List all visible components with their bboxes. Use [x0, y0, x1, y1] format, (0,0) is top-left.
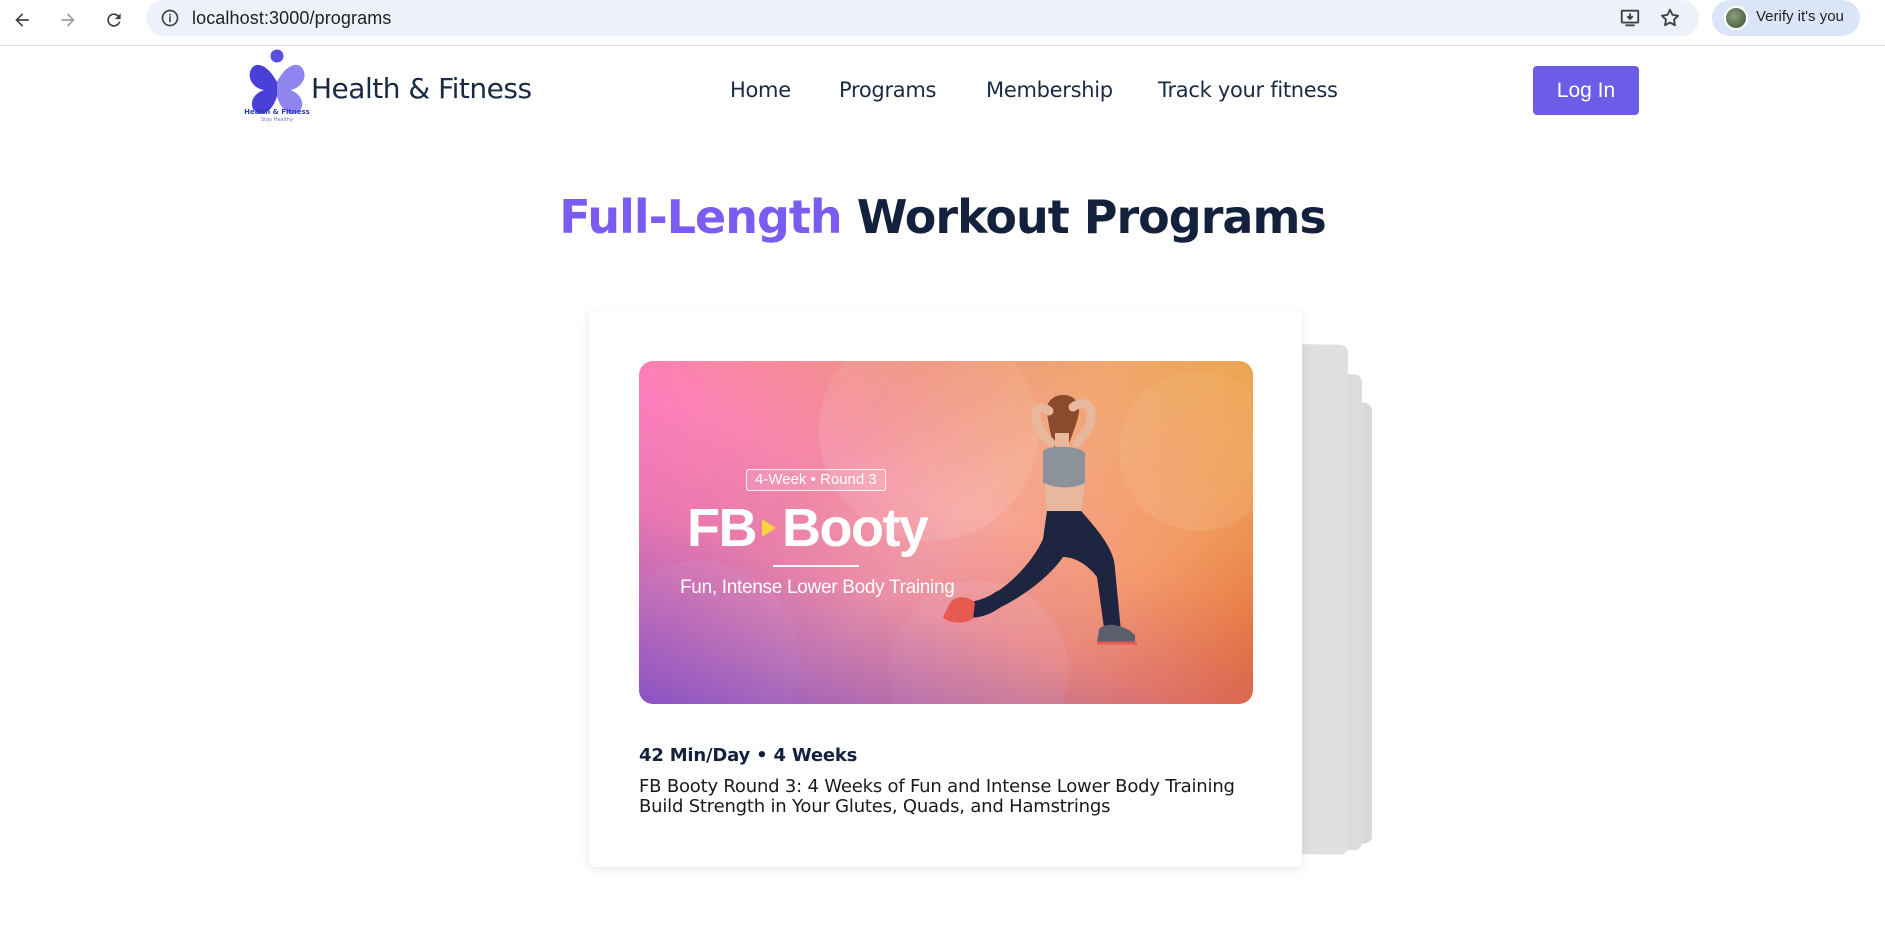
forward-arrow-icon[interactable] — [52, 4, 84, 36]
program-title-right: Booty — [781, 498, 929, 558]
install-app-icon[interactable] — [1618, 6, 1642, 30]
reload-icon[interactable] — [98, 4, 130, 36]
page-title-rest: Workout Programs — [856, 190, 1327, 244]
browser-toolbar: localhost:3000/programs Verify it's you — [0, 0, 1885, 46]
page-title-accent: Full-Length — [559, 190, 842, 244]
site-header: Health & Fitness Stay Healthy Health & F… — [0, 46, 1885, 132]
program-description-line-2: Build Strength in Your Glutes, Quads, an… — [639, 796, 1111, 817]
address-bar[interactable]: localhost:3000/programs — [146, 0, 1699, 36]
nav-link-track-fitness[interactable]: Track your fitness — [1158, 78, 1338, 102]
login-button[interactable]: Log In — [1533, 66, 1639, 115]
program-meta: 42 Min/Day • 4 Weeks — [639, 745, 858, 766]
program-logo-title: FB Booty — [687, 497, 929, 559]
program-title-left: FB — [687, 498, 757, 558]
logo-caption: Health & Fitness — [244, 108, 310, 116]
profile-button[interactable]: Verify it's you — [1712, 0, 1860, 36]
program-badge: 4-Week • Round 3 — [746, 469, 886, 491]
bookmark-star-icon[interactable] — [1658, 6, 1682, 30]
nav-link-membership[interactable]: Membership — [986, 78, 1113, 102]
title-divider — [773, 565, 859, 567]
profile-avatar-icon — [1724, 6, 1748, 30]
nav-link-home[interactable]: Home — [730, 78, 791, 102]
play-triangle-icon — [761, 519, 776, 537]
program-card[interactable]: 4-Week • Round 3 FB Booty Fun, Intense L… — [589, 311, 1302, 867]
program-image-subtitle: Fun, Intense Lower Body Training — [680, 577, 955, 598]
back-arrow-icon[interactable] — [6, 4, 38, 36]
brand-name[interactable]: Health & Fitness — [311, 72, 532, 105]
program-description-line-1: FB Booty Round 3: 4 Weeks of Fun and Int… — [639, 776, 1235, 797]
program-description: FB Booty Round 3: 4 Weeks of Fun and Int… — [639, 777, 1259, 817]
logo-tagline: Stay Healthy — [260, 117, 294, 123]
athlete-lunge-illustration — [943, 394, 1137, 645]
nav-link-programs[interactable]: Programs — [839, 78, 936, 102]
site-info-icon[interactable] — [158, 6, 182, 30]
program-image[interactable]: 4-Week • Round 3 FB Booty Fun, Intense L… — [639, 361, 1253, 704]
url-text[interactable]: localhost:3000/programs — [192, 8, 391, 29]
profile-label: Verify it's you — [1756, 8, 1844, 25]
page-title: Full-Length Workout Programs — [0, 190, 1885, 244]
